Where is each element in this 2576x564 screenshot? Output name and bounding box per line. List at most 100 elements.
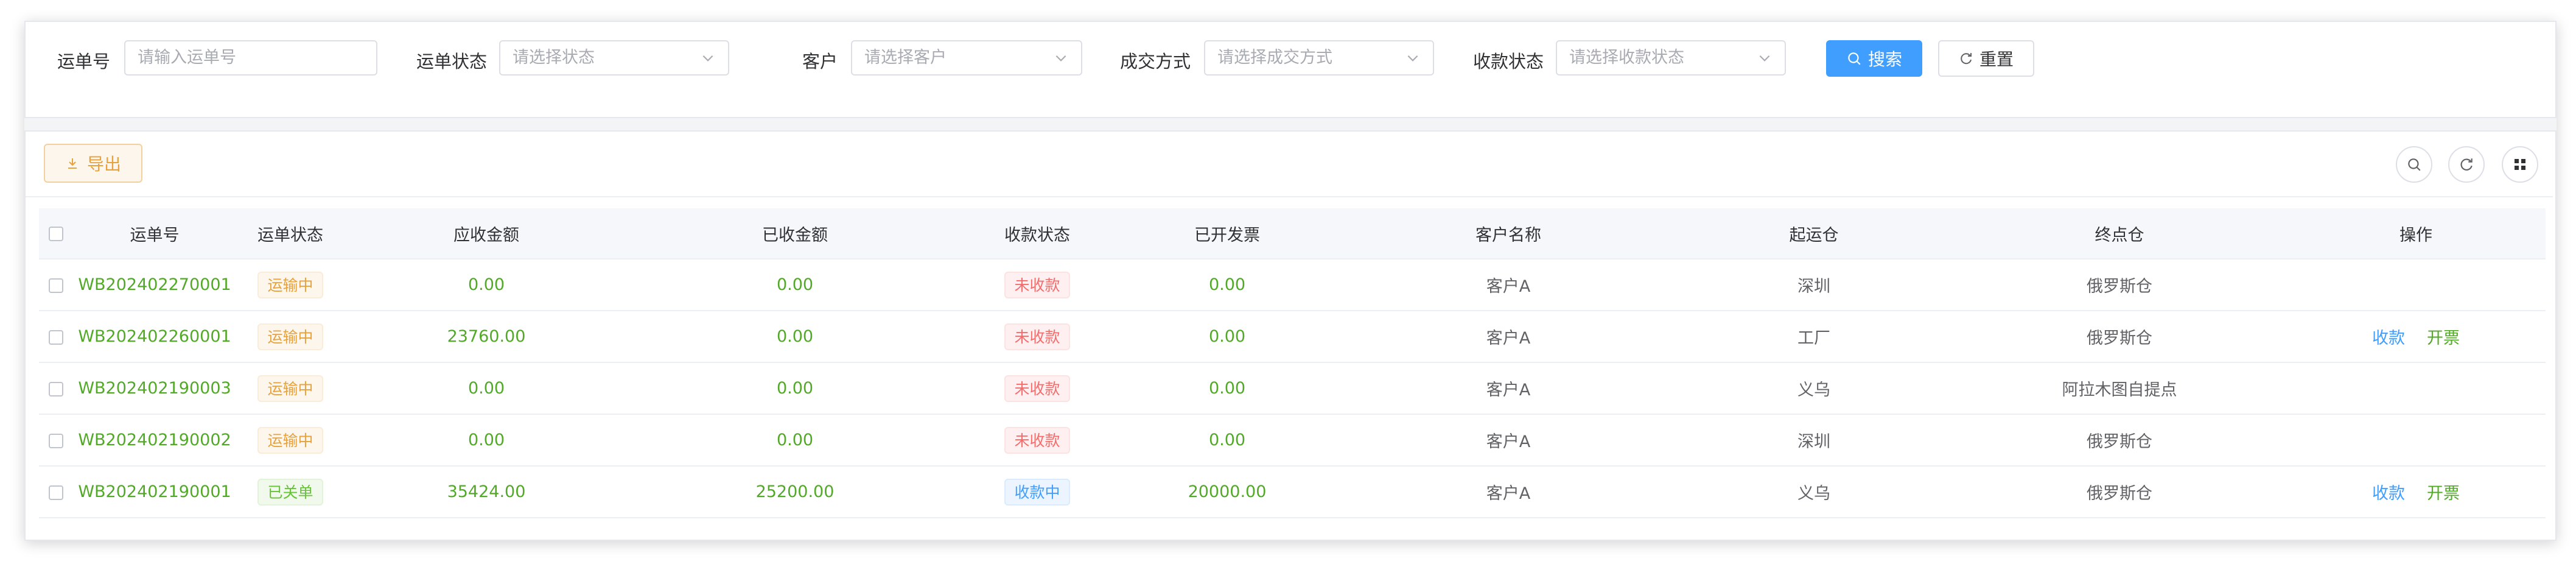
receivable-cell: 0.00	[345, 414, 628, 467]
column-header[interactable]: 收款状态	[962, 208, 1113, 259]
receivable-cell: 23760.00	[345, 311, 628, 363]
received-cell: 0.00	[628, 311, 962, 363]
table-row: WB202402270001 运输中 0.00 0.00 未收款 0.00 客户…	[39, 259, 2546, 311]
issue-invoice-link[interactable]: 开票	[2427, 484, 2460, 503]
actions-cell	[2286, 414, 2546, 467]
payment-status-badge: 未收款	[1004, 271, 1070, 298]
invoiced-cell: 0.00	[1113, 414, 1342, 467]
issue-invoice-link[interactable]: 开票	[2427, 329, 2460, 348]
order-no-cell[interactable]: WB202402190001	[73, 466, 236, 518]
invoiced-cell: 20000.00	[1113, 466, 1342, 518]
table-header-row: 运单号 运单状态 应收金额 已收金额 收款状态 已开发票 客户名称 起运仓 终点…	[39, 208, 2546, 259]
status-badge: 运输中	[257, 375, 323, 402]
table-row: WB202402260001 运输中 23760.00 0.00 未收款 0.0…	[39, 311, 2546, 363]
customer-cell: 客户A	[1342, 259, 1675, 311]
customer-cell: 客户A	[1342, 466, 1675, 518]
row-checkbox[interactable]	[49, 278, 63, 293]
invoiced-cell: 0.00	[1113, 311, 1342, 363]
payment-status-badge: 收款中	[1004, 478, 1070, 506]
payment-status-badge: 未收款	[1004, 426, 1070, 454]
chevron-down-icon	[1407, 55, 1418, 62]
table-refresh-button[interactable]	[2448, 146, 2485, 183]
receivable-cell: 0.00	[345, 259, 628, 311]
columns-icon	[2515, 159, 2525, 170]
chevron-down-icon	[1759, 55, 1770, 62]
customer-label: 客户	[802, 51, 838, 72]
row-checkbox[interactable]	[49, 330, 63, 345]
table-search-button[interactable]	[2396, 146, 2432, 183]
customer-placeholder: 请选择客户	[864, 48, 947, 67]
payment-status-badge: 未收款	[1004, 375, 1070, 402]
status-badge: 运输中	[257, 271, 323, 298]
order-no-label: 运单号	[57, 51, 111, 72]
customer-cell: 客户A	[1342, 362, 1675, 415]
destination-cell: 俄罗斯仓	[1953, 414, 2286, 467]
payment-status-placeholder: 请选择收款状态	[1569, 48, 1684, 67]
collect-payment-link[interactable]: 收款	[2372, 329, 2405, 348]
column-header[interactable]: 客户名称	[1342, 208, 1675, 259]
search-button-label: 搜索	[1867, 49, 1902, 69]
order-no-input[interactable]: 请输入运单号	[124, 40, 377, 76]
refresh-icon	[2460, 158, 2473, 171]
received-cell: 0.00	[628, 259, 962, 311]
payment-status-label: 收款状态	[1473, 51, 1544, 72]
select-all-checkbox[interactable]	[49, 227, 63, 241]
column-header[interactable]: 已开发票	[1113, 208, 1342, 259]
order-status-placeholder: 请选择状态	[513, 48, 595, 67]
destination-cell: 俄罗斯仓	[1953, 311, 2286, 363]
order-no-cell[interactable]: WB202402190003	[73, 362, 236, 415]
origin-cell: 工厂	[1675, 311, 1953, 363]
payment-status-badge: 未收款	[1004, 323, 1070, 350]
actions-cell: 收款 开票	[2286, 311, 2546, 363]
receivable-cell: 0.00	[345, 362, 628, 415]
deal-method-placeholder: 请选择成交方式	[1217, 48, 1332, 67]
chevron-down-icon	[1055, 55, 1066, 62]
column-header[interactable]: 运单号	[73, 208, 236, 259]
collect-payment-link[interactable]: 收款	[2372, 484, 2405, 503]
customer-cell: 客户A	[1342, 414, 1675, 467]
search-button[interactable]: 搜索	[1826, 40, 1922, 77]
column-header[interactable]: 起运仓	[1675, 208, 1953, 259]
customer-cell: 客户A	[1342, 311, 1675, 363]
row-checkbox[interactable]	[49, 485, 63, 500]
column-header[interactable]: 已收金额	[628, 208, 962, 259]
origin-cell: 深圳	[1675, 259, 1953, 311]
actions-cell: 收款 开票	[2286, 466, 2546, 518]
chevron-down-icon	[702, 55, 713, 62]
received-cell: 0.00	[628, 362, 962, 415]
status-badge: 运输中	[257, 323, 323, 350]
receivable-cell: 35424.00	[345, 466, 628, 518]
reset-button-label: 重置	[1979, 49, 2014, 69]
actions-cell	[2286, 362, 2546, 415]
destination-cell: 俄罗斯仓	[1953, 259, 2286, 311]
columns-button[interactable]	[2502, 146, 2538, 183]
row-checkbox[interactable]	[49, 433, 63, 448]
column-header: 操作	[2286, 208, 2546, 259]
row-checkbox[interactable]	[49, 381, 63, 397]
deal-method-select[interactable]: 请选择成交方式	[1204, 40, 1434, 76]
payment-status-select[interactable]: 请选择收款状态	[1556, 40, 1786, 76]
origin-cell: 义乌	[1675, 362, 1953, 415]
column-header[interactable]: 终点仓	[1953, 208, 2286, 259]
received-cell: 25200.00	[628, 466, 962, 518]
actions-cell	[2286, 259, 2546, 311]
refresh-icon	[1961, 53, 1972, 65]
origin-cell: 深圳	[1675, 414, 1953, 467]
orders-table: 运单号 运单状态 应收金额 已收金额 收款状态 已开发票 客户名称 起运仓 终点…	[39, 208, 2546, 518]
order-no-cell[interactable]: WB202402190002	[73, 414, 236, 467]
table-row: WB202402190003 运输中 0.00 0.00 未收款 0.00 客户…	[39, 362, 2546, 415]
origin-cell: 义乌	[1675, 466, 1953, 518]
order-status-label: 运单状态	[416, 51, 488, 72]
column-header[interactable]: 运单状态	[236, 208, 345, 259]
order-status-select[interactable]: 请选择状态	[499, 40, 729, 76]
invoiced-cell: 0.00	[1113, 259, 1342, 311]
toolbar-divider	[26, 196, 2553, 197]
order-no-cell[interactable]: WB202402270001	[73, 259, 236, 311]
export-button[interactable]: 导出	[44, 144, 142, 183]
download-icon	[68, 158, 77, 169]
reset-button[interactable]: 重置	[1938, 40, 2034, 77]
column-header[interactable]: 应收金额	[345, 208, 628, 259]
order-no-cell[interactable]: WB202402260001	[73, 311, 236, 363]
customer-select[interactable]: 请选择客户	[851, 40, 1082, 76]
received-cell: 0.00	[628, 414, 962, 467]
